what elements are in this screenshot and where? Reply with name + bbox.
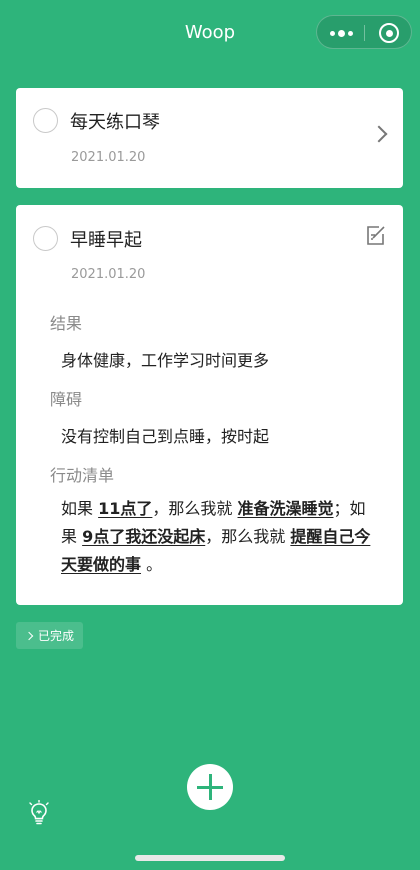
plan-then-1: ，那么我就 [152,499,233,518]
plan-then-2: ，那么我就 [205,527,286,546]
task-title: 每天练口琴 [70,112,160,133]
result-text: 身体健康，工作学习时间更多 [61,351,270,370]
completed-toggle[interactable]: 已完成 [16,622,83,649]
plan-condition-1: 11点了 [98,499,153,518]
result-label: 结果 [50,314,83,333]
more-options-icon[interactable] [317,16,365,50]
add-task-button[interactable] [187,764,233,810]
completed-label: 已完成 [38,629,75,643]
obstacle-text: 没有控制自己到点睡，按时起 [61,427,270,446]
obstacle-label: 障碍 [50,390,83,409]
plan-if: 如果 [61,499,94,518]
task-card-expanded[interactable]: 早睡早起 2021.01.20 结果 身体健康，工作学习时间更多 障碍 没有控制… [16,205,403,605]
plan-action-1: 准备洗澡睡觉 [237,499,334,518]
lightbulb-icon[interactable] [28,800,50,826]
chevron-right-icon [24,631,34,640]
plan-ending: 。 [146,555,163,574]
task-complete-checkbox[interactable] [33,226,58,251]
chevron-right-icon[interactable] [370,125,388,143]
home-indicator [135,855,285,861]
task-complete-checkbox[interactable] [33,108,58,133]
plan-condition-2: 9点了我还没起床 [82,527,206,546]
task-title: 早睡早起 [70,230,142,251]
close-mini-program-icon[interactable] [365,16,413,50]
task-date: 2021.01.20 [71,150,146,165]
task-date: 2021.01.20 [71,267,146,282]
edit-icon[interactable] [365,225,387,247]
mini-program-capsule [316,15,412,49]
plan-label: 行动清单 [50,466,115,485]
task-card[interactable]: 每天练口琴 2021.01.20 [16,88,403,188]
action-plan-text: 如果 11点了，那么我就 准备洗澡睡觉；如果 9点了我还没起床，那么我就 提醒自… [61,495,373,579]
title-bar: Woop [0,0,420,66]
